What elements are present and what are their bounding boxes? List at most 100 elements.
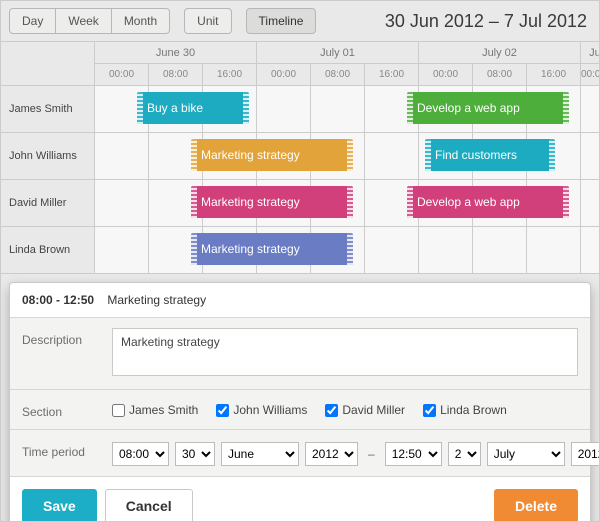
person-cells[interactable]: Marketing strategy bbox=[95, 227, 600, 274]
event-bar[interactable]: Buy a bike bbox=[137, 92, 249, 124]
grid-cell[interactable] bbox=[581, 133, 600, 180]
time-separator: – bbox=[364, 447, 379, 461]
event-editor-dialog: 08:00 - 12:50 Marketing strategy Descrip… bbox=[9, 282, 591, 522]
grid-cell[interactable] bbox=[527, 227, 581, 274]
days-header: June 3000:0008:0016:00July 0100:0008:001… bbox=[95, 42, 600, 86]
grid-cell[interactable] bbox=[95, 133, 149, 180]
grid-cell[interactable] bbox=[311, 86, 365, 133]
day-label: July 03 bbox=[581, 42, 600, 64]
person-cells[interactable]: Marketing strategy Find customers bbox=[95, 133, 600, 180]
day-header: June 3000:0008:0016:00 bbox=[95, 42, 257, 86]
grid-cell[interactable] bbox=[95, 227, 149, 274]
person-name: David Miller bbox=[1, 180, 95, 227]
person-cells[interactable]: Marketing strategy Develop a web app bbox=[95, 180, 600, 227]
scheduler-app: { "toolbar": { "views": ["Day", "Week", … bbox=[0, 0, 600, 522]
day-header: July 0300:0008:00 bbox=[581, 42, 600, 86]
end-month-select[interactable]: July bbox=[487, 442, 565, 466]
hour-label: 00:00 bbox=[257, 64, 311, 86]
event-bar[interactable]: Marketing strategy bbox=[191, 186, 353, 218]
grid-header: June 3000:0008:0016:00July 0100:0008:001… bbox=[1, 42, 599, 86]
dialog-header: 08:00 - 12:50 Marketing strategy bbox=[10, 283, 590, 317]
grid-cell[interactable] bbox=[365, 133, 419, 180]
grid-cell[interactable] bbox=[473, 227, 527, 274]
end-year-select[interactable]: 2012 bbox=[571, 442, 600, 466]
section-checkbox-item[interactable]: David Miller bbox=[325, 403, 405, 417]
hour-label: 08:00 bbox=[473, 64, 527, 86]
grid-cell[interactable] bbox=[257, 86, 311, 133]
start-year-select[interactable]: 2012 bbox=[305, 442, 358, 466]
grid-cell[interactable] bbox=[581, 227, 600, 274]
event-bar[interactable]: Marketing strategy bbox=[191, 139, 353, 171]
hour-label: 16:00 bbox=[365, 64, 418, 86]
view-week-button[interactable]: Week bbox=[56, 8, 111, 34]
person-row: John Williams Marketing strategy Find cust… bbox=[1, 133, 599, 180]
end-day-select[interactable]: 2 bbox=[448, 442, 481, 466]
hour-label: 00:00 bbox=[95, 64, 149, 86]
dialog-time-range: 08:00 - 12:50 bbox=[22, 293, 94, 307]
view-timeline-button[interactable]: Timeline bbox=[246, 8, 317, 34]
section-checkbox-label: Linda Brown bbox=[440, 403, 507, 417]
person-row: James Smith Buy a bike Develop a web app bbox=[1, 86, 599, 133]
section-checkbox-item[interactable]: John Williams bbox=[216, 403, 307, 417]
event-bar[interactable]: Marketing strategy bbox=[191, 233, 353, 265]
section-checkbox[interactable] bbox=[216, 404, 229, 417]
grid-cell[interactable] bbox=[95, 180, 149, 227]
person-row: Linda Brown Marketing strategy bbox=[1, 227, 599, 274]
person-name: Linda Brown bbox=[1, 227, 95, 274]
hour-label: 08:00 bbox=[311, 64, 365, 86]
grid-body: James Smith Buy a bike Develop a web app Jo… bbox=[1, 86, 599, 274]
start-time-select[interactable]: 08:00 bbox=[112, 442, 169, 466]
day-label: June 30 bbox=[95, 42, 256, 64]
timeperiod-label: Time period bbox=[22, 440, 112, 459]
dialog-body: Description Section James Smith John Wil… bbox=[10, 317, 590, 477]
day-header: July 0100:0008:0016:00 bbox=[257, 42, 419, 86]
view-buttons-group: Day Week Month bbox=[9, 8, 170, 34]
cancel-button[interactable]: Cancel bbox=[105, 489, 193, 522]
section-label: Section bbox=[22, 400, 112, 419]
day-label: July 01 bbox=[257, 42, 418, 64]
hour-label: 00:00 bbox=[581, 64, 600, 86]
grid-cell[interactable] bbox=[581, 180, 600, 227]
hour-label: 08:00 bbox=[149, 64, 203, 86]
event-bar[interactable]: Develop a web app bbox=[407, 92, 569, 124]
section-checkbox[interactable] bbox=[112, 404, 125, 417]
section-checkbox-label: John Williams bbox=[233, 403, 307, 417]
event-bar[interactable]: Develop a web app bbox=[407, 186, 569, 218]
view-day-button[interactable]: Day bbox=[9, 8, 56, 34]
start-day-select[interactable]: 30 bbox=[175, 442, 215, 466]
people-column-header bbox=[1, 42, 95, 86]
hour-label: 16:00 bbox=[527, 64, 580, 86]
description-label: Description bbox=[22, 328, 112, 347]
section-checkbox[interactable] bbox=[325, 404, 338, 417]
person-name: James Smith bbox=[1, 86, 95, 133]
description-input[interactable] bbox=[112, 328, 578, 376]
toolbar: Day Week Month Unit Timeline 30 Jun 2012… bbox=[1, 1, 599, 41]
section-checkbox-label: James Smith bbox=[129, 403, 198, 417]
save-button[interactable]: Save bbox=[22, 489, 97, 522]
end-time-select[interactable]: 12:50 bbox=[385, 442, 442, 466]
section-checkbox-label: David Miller bbox=[342, 403, 405, 417]
section-checkbox-group: James Smith John Williams David Miller L… bbox=[112, 400, 578, 417]
hour-label: 00:00 bbox=[419, 64, 473, 86]
timeperiod-group: 08:00 30 June 2012 – 12:50 2 July 2012 bbox=[112, 440, 600, 466]
view-unit-button[interactable]: Unit bbox=[184, 8, 231, 34]
section-checkbox-item[interactable]: Linda Brown bbox=[423, 403, 507, 417]
timeline-grid: June 3000:0008:0016:00July 0100:0008:001… bbox=[1, 41, 599, 274]
day-header: July 0200:0008:0016:00 bbox=[419, 42, 581, 86]
view-month-button[interactable]: Month bbox=[112, 8, 170, 34]
person-row: David Miller Marketing strategy Develop a … bbox=[1, 180, 599, 227]
delete-button[interactable]: Delete bbox=[494, 489, 578, 522]
grid-cell[interactable] bbox=[581, 86, 600, 133]
hour-label: 16:00 bbox=[203, 64, 256, 86]
event-bar[interactable]: Find customers bbox=[425, 139, 555, 171]
section-checkbox-item[interactable]: James Smith bbox=[112, 403, 198, 417]
dialog-event-title: Marketing strategy bbox=[107, 293, 206, 307]
dialog-footer: Save Cancel Delete bbox=[10, 477, 590, 522]
grid-cell[interactable] bbox=[365, 227, 419, 274]
date-range-title: 30 Jun 2012 – 7 Jul 2012 bbox=[385, 11, 591, 32]
person-name: John Williams bbox=[1, 133, 95, 180]
section-checkbox[interactable] bbox=[423, 404, 436, 417]
person-cells[interactable]: Buy a bike Develop a web app bbox=[95, 86, 600, 133]
start-month-select[interactable]: June bbox=[221, 442, 299, 466]
grid-cell[interactable] bbox=[419, 227, 473, 274]
